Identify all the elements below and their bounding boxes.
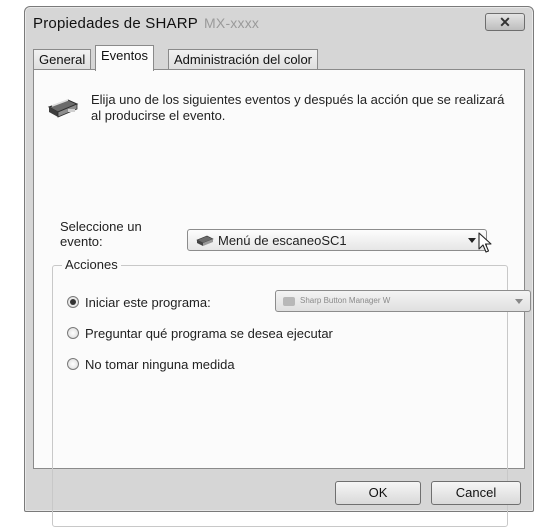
tab-general[interactable]: General	[33, 49, 92, 70]
event-select-label: Seleccione un evento:	[60, 219, 142, 249]
close-button[interactable]: ✕	[485, 13, 525, 31]
radio-button-selected[interactable]	[67, 296, 79, 308]
close-icon: ✕	[499, 14, 511, 30]
window-title: Propiedades de SHARP MX-xxxx	[33, 15, 259, 32]
window-title-text: Propiedades de SHARP	[33, 15, 198, 32]
program-dropdown-value: Sharp Button Manager W	[300, 296, 391, 305]
ok-button[interactable]: OK	[335, 481, 421, 505]
radio-start-program-label: Iniciar este programa:	[85, 295, 211, 310]
radio-button[interactable]	[67, 358, 79, 370]
scanner-small-icon	[196, 234, 214, 252]
event-dropdown-value: Menú de escaneoSC1	[218, 233, 347, 248]
radio-ask-program-label: Preguntar qué programa se desea ejecutar	[85, 326, 333, 341]
mouse-cursor-icon	[478, 232, 492, 259]
event-dropdown[interactable]: Menú de escaneoSC1	[187, 229, 487, 251]
cancel-button[interactable]: Cancel	[431, 481, 521, 505]
radio-no-action-label: No tomar ninguna medida	[85, 357, 235, 372]
program-icon	[283, 297, 295, 306]
tab-color-management[interactable]: Administración del color	[168, 49, 319, 70]
chevron-down-icon	[515, 299, 523, 304]
tab-panel-eventos: Elija uno de los siguientes eventos y de…	[33, 69, 531, 527]
radio-button[interactable]	[67, 327, 79, 339]
actions-legend: Acciones	[62, 257, 121, 272]
properties-dialog: Propiedades de SHARP MX-xxxx ✕ General E…	[24, 6, 534, 527]
title-bar[interactable]: Propiedades de SHARP MX-xxxx ✕	[25, 7, 533, 41]
chevron-down-icon	[468, 238, 476, 243]
intro-text: Elija uno de los siguientes eventos y de…	[91, 92, 505, 123]
scanner-icon	[46, 94, 80, 125]
window-title-model: MX-xxxx	[204, 15, 260, 31]
tab-eventos[interactable]: Eventos	[95, 45, 154, 71]
program-dropdown[interactable]: Sharp Button Manager W	[275, 290, 531, 312]
